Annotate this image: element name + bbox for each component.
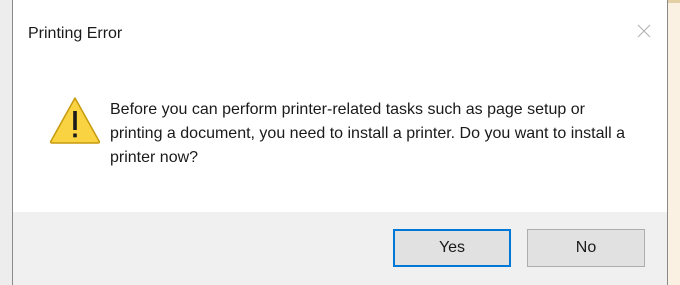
close-icon: [637, 24, 651, 38]
dialog-title: Printing Error: [28, 25, 123, 42]
close-button[interactable]: [629, 16, 659, 46]
warning-icon: [49, 97, 101, 144]
dialog-message: Before you can perform printer-related t…: [110, 101, 625, 166]
no-button[interactable]: No: [527, 229, 645, 267]
printing-error-dialog: Printing Error Before you can perform pr…: [12, 0, 668, 285]
yes-button[interactable]: Yes: [393, 229, 511, 267]
dialog-content: Before you can perform printer-related t…: [13, 66, 667, 212]
dialog-button-bar: Yes No: [13, 212, 667, 285]
dialog-titlebar: Printing Error: [13, 0, 667, 66]
